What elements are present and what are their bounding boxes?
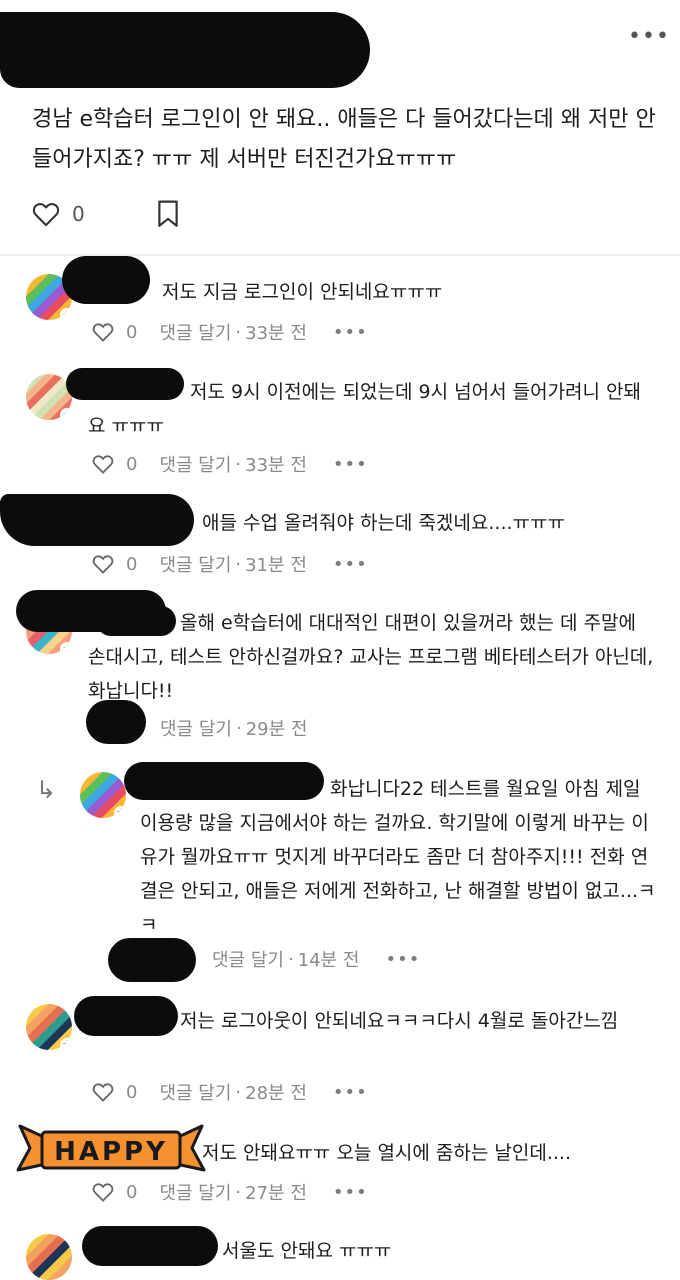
comment-time: 14분 전 [297,950,360,971]
redacted-username [62,256,150,304]
comment-text: 화납니다22 테스트를 월요일 아침 제일 이용량 많을 지금에서야 하는 걸까… [140,778,656,936]
redacted-username [82,1226,218,1266]
comment-text: 저도 안돼요ㅠㅠ 오늘 열시에 줌하는 날인데.... [202,1142,571,1164]
comment-more-button[interactable]: ••• [385,949,420,970]
reply-button[interactable]: 댓글 달기 [159,1179,231,1205]
heart-icon[interactable] [92,1182,114,1202]
comment-time: 27분 전 [245,1183,307,1204]
reply-button[interactable]: 댓글 달기 [212,946,284,972]
redacted-like [86,700,146,744]
comment-more-button[interactable]: ••• [333,554,368,575]
comment-text: 저도 9시 이전에는 되었는데 9시 넘어서 들어가려니 안돼요 ㅠㅠㅠ [88,381,642,437]
comment-text: 저는 로그아웃이 안되네요ㅋㅋㅋ다시 4월로 돌아간느낌 [180,1010,619,1032]
heart-icon[interactable] [32,201,60,227]
avatar[interactable]: ★ [80,772,126,818]
avatar[interactable] [26,1234,72,1280]
comment-time: 31분 전 [245,555,307,576]
heart-icon[interactable] [92,554,114,574]
comment-text: 애들 수업 올려줘야 하는데 죽겠네요....ㅠㅠㅠ [202,512,565,534]
bookmark-icon[interactable] [157,200,179,228]
meta-separator: · [235,717,242,739]
heart-icon[interactable] [92,322,114,342]
like-count: 0 [126,453,138,475]
meta-separator: · [287,948,294,970]
meta-separator: · [235,1181,242,1203]
comment-meta: 0 댓글 달기 · 31분 전 ••• [92,550,368,578]
comment-time: 29분 전 [245,719,308,740]
comment-more-button[interactable]: ••• [333,1082,368,1103]
reply-button[interactable]: 댓글 달기 [159,1079,231,1105]
like-count: 0 [126,1081,138,1103]
comment-time: 33분 전 [245,323,307,344]
badge-star-icon: ★ [60,308,72,320]
avatar[interactable]: ★ [26,1004,72,1050]
comment-meta: 0 댓글 달기 · 33분 전 ••• [92,318,368,346]
reply-button[interactable]: 댓글 달기 [160,715,232,741]
heart-icon[interactable] [92,1082,114,1102]
reply-button[interactable]: 댓글 달기 [159,451,231,477]
comment-meta: 댓글 달기 · 29분 전 [160,714,307,742]
meta-separator: · [235,553,242,575]
reply-button[interactable]: 댓글 달기 [159,551,231,577]
post-body: 경남 e학습터 로그인이 안 돼요.. 애들은 다 들어갔다는데 왜 저만 안 … [32,107,656,172]
redacted-author [0,12,370,88]
comment-more-button[interactable]: ••• [333,454,368,475]
redacted-avatar-and-username [0,494,194,546]
comment-text: 올해 e학습터에 대대적인 대편이 있을꺼라 했는 데 주말에 손대시고, 테스… [88,612,654,702]
meta-separator: · [235,1081,242,1103]
sticker-label: HAPPY [54,1137,168,1167]
badge-star-icon: ★ [114,806,126,818]
comment-meta: 0 댓글 달기 · 27분 전 ••• [92,1178,368,1206]
comment-meta: 0 댓글 달기 · 28분 전 ••• [92,1078,368,1106]
avatar[interactable]: ★ [26,374,72,420]
post-like-count: 0 [72,202,85,226]
badge-star-icon: ★ [60,642,72,654]
comment-meta: 댓글 달기 · 14분 전 ••• [212,945,420,973]
meta-separator: · [235,453,242,475]
comment-time: 33분 전 [245,455,307,476]
meta-separator: · [235,321,242,343]
comment-text: 저도 지금 로그인이 안되네요ㅠㅠㅠ [162,281,443,303]
happy-sticker-icon: HAPPY [16,1124,206,1172]
badge-star-icon: ★ [60,1038,72,1050]
redacted-like [108,938,196,982]
like-count: 0 [126,1181,138,1203]
post-actions: 0 [32,198,179,230]
comment-meta: 0 댓글 달기 · 33분 전 ••• [92,450,368,478]
comment-more-button[interactable]: ••• [333,322,368,343]
post-more-button[interactable]: ••• [628,26,670,48]
comment-more-button[interactable]: ••• [333,1182,368,1203]
comment-text: 서울도 안돼요 ㅠㅠㅠ [222,1240,392,1262]
heart-icon[interactable] [92,454,114,474]
reply-arrow-icon: ↳ [36,776,57,804]
comment-time: 28분 전 [245,1083,307,1104]
like-count: 0 [126,553,138,575]
like-count: 0 [126,321,138,343]
reply-button[interactable]: 댓글 달기 [159,319,231,345]
badge-star-icon: ★ [60,408,72,420]
